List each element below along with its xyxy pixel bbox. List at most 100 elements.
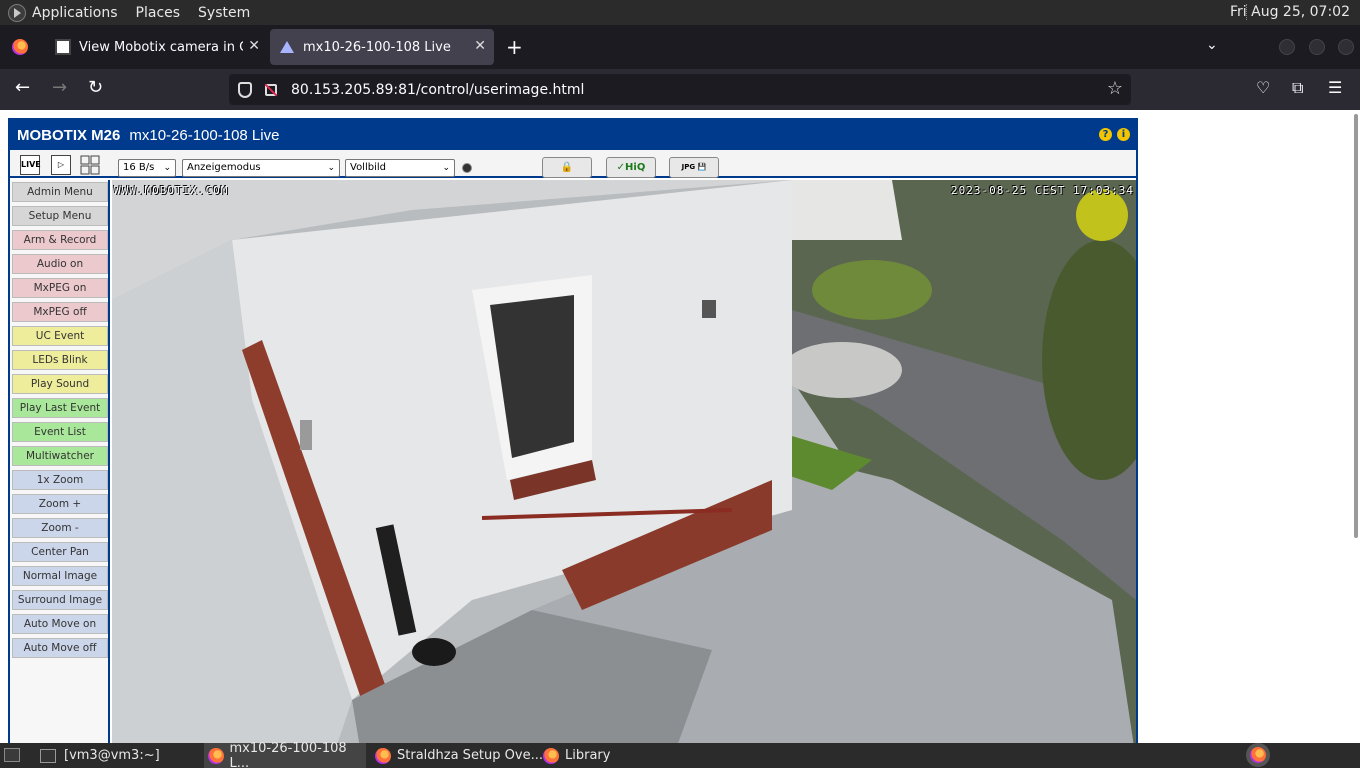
- taskbar-item-label: [vm3@vm3:~]: [64, 748, 160, 763]
- sidebar-button-arm-record[interactable]: Arm & Record: [12, 230, 108, 250]
- multiview-grid-icon[interactable]: [80, 155, 100, 175]
- taskbar-item-label: Straldhza Setup Ove...: [397, 748, 543, 763]
- camera-panel: MOBOTIX M26 mx10-26-100-108 Live ? i LIV…: [8, 118, 1138, 743]
- help-icon[interactable]: ?: [1099, 128, 1112, 141]
- terminal-icon: [40, 748, 56, 763]
- close-tab-icon[interactable]: ✕: [474, 38, 486, 54]
- taskbar-item-setup[interactable]: Straldhza Setup Ove...: [375, 743, 543, 768]
- camera-live-image[interactable]: WWW.MOBOTIX.COM 2023-08-25 CEST 17:03:34: [112, 180, 1136, 743]
- sidebar-button-play-sound[interactable]: Play Sound: [12, 374, 108, 394]
- reload-icon[interactable]: ↻: [88, 77, 103, 98]
- sidebar-button-zoom[interactable]: Zoom +: [12, 494, 108, 514]
- sidebar-button-event-list[interactable]: Event List: [12, 422, 108, 442]
- navigation-bar: ← → ↻ 80.153.205.89:81/control/userimage…: [0, 69, 1360, 110]
- status-dot-icon[interactable]: [462, 163, 472, 173]
- frame-rate-select[interactable]: 16 B/s ⌄: [118, 159, 176, 177]
- tab-strip: View Mobotix camera in Ger ✕ mx10-26-100…: [0, 25, 1360, 69]
- sidebar-button-center-pan[interactable]: Center Pan: [12, 542, 108, 562]
- display-mode-select[interactable]: Anzeigemodus ⌄: [182, 159, 340, 177]
- firefox-icon: [543, 747, 559, 764]
- places-menu[interactable]: Places: [136, 5, 181, 21]
- firefox-icon: [375, 747, 391, 764]
- tab-view-mobotix[interactable]: View Mobotix camera in Ger ✕: [46, 29, 268, 65]
- image-view-select[interactable]: Vollbild ⌄: [345, 159, 455, 177]
- tab-title: View Mobotix camera in Ger: [79, 39, 243, 55]
- camera-favicon-icon: [279, 39, 295, 55]
- overlay-url: WWW.MOBOTIX.COM: [114, 184, 229, 197]
- frame-rate-value: 16 B/s: [123, 162, 155, 173]
- forward-icon[interactable]: →: [52, 77, 67, 98]
- app-menu-icon[interactable]: ☰: [1328, 78, 1342, 97]
- live-view-icon[interactable]: LIVE: [20, 155, 41, 175]
- firefox-tray-icon[interactable]: [1250, 747, 1266, 763]
- top-panel: Applications Places System Fri Aug 25, 0…: [0, 0, 1360, 25]
- sidebar-button-audio-on[interactable]: Audio on: [12, 254, 108, 274]
- url-text[interactable]: 80.153.205.89:81/control/userimage.html: [291, 82, 584, 98]
- sidebar-button-multiwatcher[interactable]: Multiwatcher: [12, 446, 108, 466]
- clock[interactable]: Fri Aug 25, 07:02: [1230, 4, 1350, 20]
- chevron-down-icon: ⌄: [442, 163, 450, 173]
- distro-logo-icon[interactable]: [8, 3, 26, 22]
- sidebar-button-play-last-event[interactable]: Play Last Event: [12, 398, 108, 418]
- minimize-window-icon[interactable]: [1279, 39, 1295, 55]
- camera-name: mx10-26-100-108 Live: [129, 126, 280, 144]
- page-content: MOBOTIX M26 mx10-26-100-108 Live ? i LIV…: [0, 110, 1360, 743]
- show-desktop-icon[interactable]: [4, 748, 20, 762]
- close-tab-icon[interactable]: ✕: [248, 38, 260, 54]
- camera-brand: MOBOTIX M26: [17, 126, 121, 144]
- grid-icon: [80, 155, 100, 175]
- overlay-timestamp: 2023-08-25 CEST 17:03:34: [951, 184, 1134, 197]
- sidebar-button-zoom[interactable]: Zoom -: [12, 518, 108, 538]
- page-favicon-icon: [55, 39, 71, 55]
- play-icon[interactable]: ▷: [51, 155, 71, 175]
- display-mode-value: Anzeigemodus: [187, 162, 261, 173]
- taskbar-item-terminal[interactable]: [vm3@vm3:~]: [40, 743, 160, 768]
- taskbar-item-camera-live[interactable]: mx10-26-100-108 L...: [204, 740, 366, 771]
- pocket-icon[interactable]: ♡: [1256, 78, 1270, 97]
- sidebar-button-surround-image[interactable]: Surround Image: [12, 590, 108, 610]
- system-menu[interactable]: System: [198, 5, 250, 21]
- info-icon[interactable]: i: [1117, 128, 1130, 141]
- sidebar-button-mxpeg-on[interactable]: MxPEG on: [12, 278, 108, 298]
- chevron-down-icon: ⌄: [327, 163, 335, 173]
- taskbar-item-label: mx10-26-100-108 L...: [229, 740, 347, 771]
- save-jpg-button[interactable]: JPG 💾: [669, 157, 719, 178]
- insecure-lock-icon[interactable]: [265, 83, 277, 96]
- url-bar[interactable]: 80.153.205.89:81/control/userimage.html …: [229, 74, 1131, 105]
- sidebar-button-admin-menu[interactable]: Admin Menu: [12, 182, 108, 202]
- firefox-icon: [208, 747, 224, 764]
- sidebar-button-leds-blink[interactable]: LEDs Blink: [12, 350, 108, 370]
- camera-header: MOBOTIX M26 mx10-26-100-108 Live ? i: [10, 120, 1136, 150]
- list-all-tabs-icon[interactable]: ⌄: [1206, 37, 1218, 53]
- sidebar-button-normal-image[interactable]: Normal Image: [12, 566, 108, 586]
- chevron-down-icon: ⌄: [163, 163, 171, 173]
- sidebar-button-auto-move-off[interactable]: Auto Move off: [12, 638, 108, 658]
- bookmark-star-icon[interactable]: ☆: [1107, 78, 1123, 99]
- new-tab-icon[interactable]: +: [506, 35, 523, 59]
- hiq-button[interactable]: ✓HiQ: [606, 157, 656, 178]
- jpg-label: JPG: [681, 163, 696, 171]
- taskbar-item-label: Library: [565, 748, 611, 763]
- taskbar: [vm3@vm3:~] mx10-26-100-108 L... Straldh…: [0, 740, 1360, 771]
- sidebar-button-uc-event[interactable]: UC Event: [12, 326, 108, 346]
- tab-title: mx10-26-100-108 Live: [303, 39, 451, 55]
- close-window-icon[interactable]: [1338, 39, 1354, 55]
- extensions-icon[interactable]: ⧉: [1292, 78, 1303, 98]
- back-icon[interactable]: ←: [15, 77, 30, 98]
- lock-button[interactable]: 🔒: [542, 157, 592, 178]
- sidebar-button-1x-zoom[interactable]: 1x Zoom: [12, 470, 108, 490]
- applications-menu[interactable]: Applications: [32, 5, 118, 21]
- tracking-protection-icon[interactable]: [238, 81, 252, 98]
- taskbar-item-library[interactable]: Library: [543, 743, 610, 768]
- camera-scene-image: [112, 180, 1136, 743]
- sidebar-button-mxpeg-off[interactable]: MxPEG off: [12, 302, 108, 322]
- camera-sidebar: Admin Menu Setup Menu Arm & Record Audio on…: [10, 180, 110, 743]
- page-scrollbar[interactable]: [1354, 114, 1358, 538]
- camera-toolbar: LIVE ▷ 16 B/s ⌄ Anzeigemodus ⌄ Vollbild ⌄ 🔒…: [10, 150, 1136, 178]
- firefox-view-icon[interactable]: [12, 39, 28, 55]
- tab-camera-live[interactable]: mx10-26-100-108 Live ✕: [270, 29, 494, 65]
- sidebar-button-setup-menu[interactable]: Setup Menu: [12, 206, 108, 226]
- sidebar-button-auto-move-on[interactable]: Auto Move on: [12, 614, 108, 634]
- maximize-window-icon[interactable]: [1309, 39, 1325, 55]
- image-view-value: Vollbild: [350, 162, 386, 173]
